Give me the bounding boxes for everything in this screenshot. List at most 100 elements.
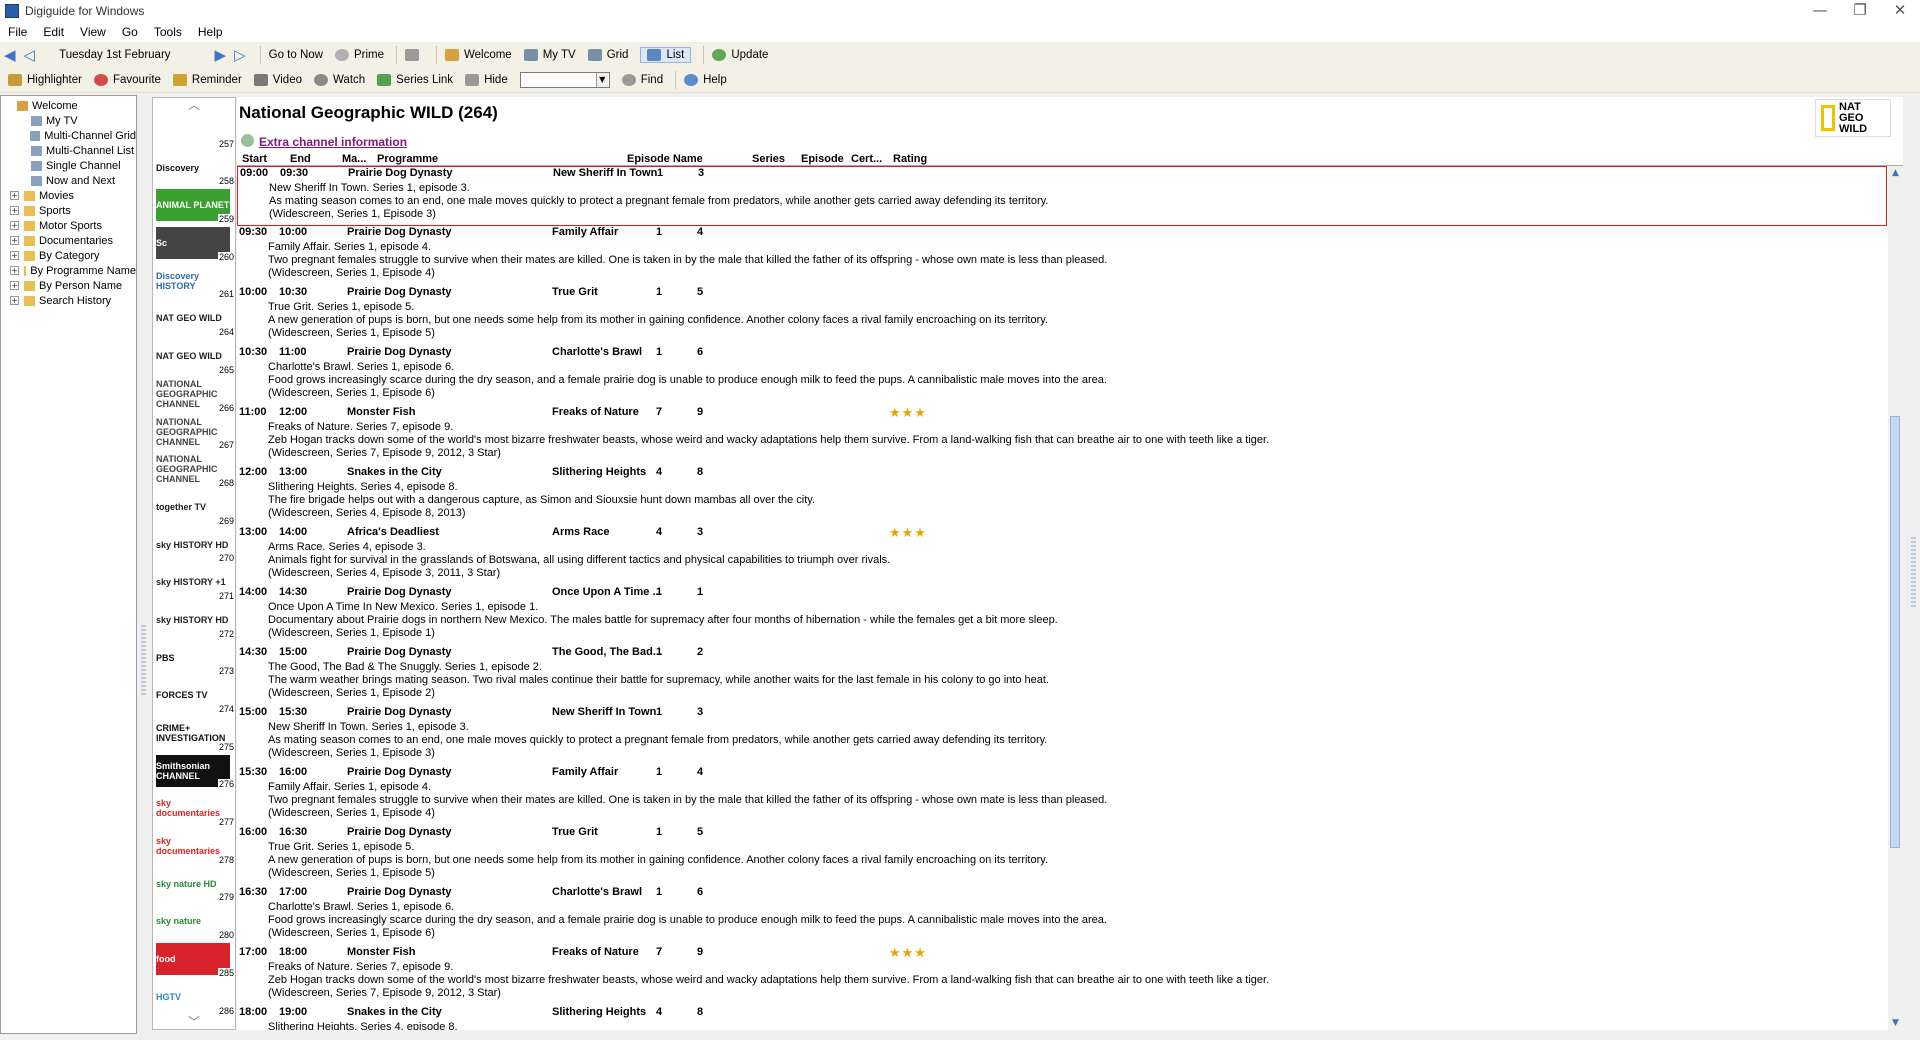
expander-icon[interactable]: + — [10, 236, 19, 245]
channel-logo-item[interactable]: PBS 273 — [153, 640, 235, 678]
channel-logo-item[interactable]: NATIONAL GEOGRAPHIC CHANNEL 267 — [153, 414, 235, 452]
list-button[interactable]: List — [640, 46, 692, 63]
programme-row[interactable]: 16:30 17:00 Prairie Dog Dynasty Charlotte's… — [237, 886, 1887, 946]
help-button[interactable]: Help — [684, 73, 727, 86]
expander-icon[interactable]: + — [10, 296, 19, 305]
menu-tools[interactable]: Tools — [146, 25, 190, 39]
channel-logo-item[interactable]: sky nature 280 — [153, 903, 235, 941]
find-button[interactable]: Find — [621, 73, 663, 86]
channel-logo-item[interactable]: NATIONAL GEOGRAPHIC CHANNEL 266 — [153, 376, 235, 414]
video-button[interactable]: Video — [253, 73, 302, 86]
right-splitter[interactable] — [1908, 97, 1920, 1030]
tree-item[interactable]: + Sports — [1, 203, 136, 218]
programme-row[interactable]: 09:00 09:30 Prairie Dog Dynasty New Sheriff… — [237, 166, 1887, 226]
programme-row[interactable]: 17:00 18:00 Monster Fish Freaks of Nature 7 9… — [237, 946, 1887, 1006]
channel-logo-item[interactable]: NAT GEO WILD 264 — [153, 300, 235, 338]
programme-row[interactable]: 16:00 16:30 Prairie Dog Dynasty True Grit 1 5… — [237, 826, 1887, 886]
expander-icon[interactable]: + — [10, 266, 19, 275]
channel-logo-item[interactable]: Discovery 258 — [153, 150, 235, 188]
programme-row[interactable]: 18:00 19:00 Snakes in the City Slithering H… — [237, 1006, 1887, 1030]
programme-row[interactable]: 13:00 14:00 Africa's Deadliest Arms Race 4 3 ★… — [237, 526, 1887, 586]
programme-row[interactable]: 10:30 11:00 Prairie Dog Dynasty Charlotte's… — [237, 346, 1887, 406]
tree-item[interactable]: Single Channel — [1, 158, 136, 173]
hide-button[interactable]: Hide — [465, 73, 508, 86]
programme-row[interactable]: 15:00 15:30 Prairie Dog Dynasty New Sheriff… — [237, 706, 1887, 766]
highlighter-button[interactable]: Highlighter — [8, 73, 82, 86]
programme-row[interactable]: 14:30 15:00 Prairie Dog Dynasty The Good, T… — [237, 646, 1887, 706]
expander-icon[interactable]: + — [10, 281, 19, 290]
back-icon[interactable]: ◀ — [4, 46, 16, 64]
update-button[interactable]: Update — [712, 48, 768, 61]
watch-button[interactable]: Watch — [314, 73, 365, 86]
col-rating[interactable]: Rating — [893, 153, 927, 165]
channel-logo-item[interactable]: sky HISTORY HD 270 — [153, 527, 235, 565]
tree-item[interactable]: Now and Next — [1, 173, 136, 188]
tree-item[interactable]: Multi-Channel Grid — [1, 128, 136, 143]
expander-icon[interactable]: + — [10, 191, 19, 200]
extra-channel-info-link[interactable]: Extra channel information — [259, 135, 407, 149]
tree-item[interactable]: + By Programme Name — [1, 263, 136, 278]
expander-icon[interactable]: + — [10, 221, 19, 230]
tree-item[interactable]: + Search History — [1, 293, 136, 308]
channel-logo-item[interactable]: 257 — [153, 112, 235, 150]
my-tv-button[interactable]: My TV — [523, 48, 576, 61]
print-button[interactable] — [404, 48, 424, 61]
menu-file[interactable]: File — [0, 25, 35, 39]
tree-item[interactable]: + By Category — [1, 248, 136, 263]
back-fast-icon[interactable]: ◁ — [24, 46, 36, 64]
programme-row[interactable]: 11:00 12:00 Monster Fish Freaks of Nature 7 9… — [237, 406, 1887, 466]
scroll-thumb[interactable] — [1890, 416, 1900, 848]
col-episode-name[interactable]: Episode Name — [627, 153, 703, 165]
series-link-button[interactable]: Series Link — [377, 73, 453, 86]
forward-fast-icon[interactable]: ▷ — [234, 46, 246, 64]
col-series[interactable]: Series — [752, 153, 785, 165]
menu-help[interactable]: Help — [190, 25, 231, 39]
channel-logo-item[interactable]: sky documentaries 278 — [153, 828, 235, 866]
expander-icon[interactable]: + — [10, 251, 19, 260]
prime-button[interactable]: Prime — [334, 48, 384, 61]
menu-go[interactable]: Go — [114, 25, 146, 39]
forward-icon[interactable]: ▶ — [215, 46, 227, 64]
programme-row[interactable]: 10:00 10:30 Prairie Dog Dynasty True Grit 1 5… — [237, 286, 1887, 346]
go-to-now-button[interactable]: Go to Now — [269, 49, 323, 61]
channel-logo-item[interactable]: Sc 260 — [153, 225, 235, 263]
logo-scroll-down-icon[interactable]: ﹀ — [153, 1015, 235, 1029]
minimize-button[interactable]: — — [1800, 0, 1840, 22]
tree-item[interactable]: + Movies — [1, 188, 136, 203]
channel-logo-item[interactable]: sky HISTORY +1 271 — [153, 564, 235, 602]
grid-button[interactable]: Grid — [587, 48, 628, 61]
reminder-button[interactable]: Reminder — [172, 73, 242, 86]
programme-row[interactable]: 14:00 14:30 Prairie Dog Dynasty Once Upon A… — [237, 586, 1887, 646]
channel-logo-item[interactable]: sky nature HD 279 — [153, 866, 235, 904]
scroll-down-icon[interactable]: ▼ — [1888, 1016, 1903, 1030]
channel-logo-item[interactable]: CRIME+ INVESTIGATION 275 — [153, 715, 235, 753]
channel-logo-item[interactable]: food 285 — [153, 941, 235, 979]
channel-logo-item[interactable]: Smithsonian CHANNEL 276 — [153, 753, 235, 791]
vertical-scrollbar[interactable]: ▲ ▼ — [1888, 166, 1903, 1030]
scroll-up-icon[interactable]: ▲ — [1888, 166, 1903, 180]
expander-icon[interactable]: + — [10, 206, 19, 215]
menu-view[interactable]: View — [72, 25, 114, 39]
favourite-button[interactable]: Favourite — [93, 73, 161, 86]
tree-item[interactable]: My TV — [1, 113, 136, 128]
channel-logo-item[interactable]: FORCES TV 274 — [153, 677, 235, 715]
programme-row[interactable]: 12:00 13:00 Snakes in the City Slithering H… — [237, 466, 1887, 526]
close-button[interactable]: ✕ — [1880, 0, 1920, 22]
channel-logo-item[interactable]: sky documentaries 277 — [153, 790, 235, 828]
logo-scroll-up-icon[interactable]: ︿ — [153, 98, 235, 112]
programme-row[interactable]: 09:30 10:00 Prairie Dog Dynasty Family Affa… — [237, 226, 1887, 286]
welcome-button[interactable]: Welcome — [444, 48, 512, 61]
search-combo[interactable] — [519, 71, 610, 88]
splitter-grip[interactable] — [141, 625, 146, 695]
tree-item[interactable]: Multi-Channel List — [1, 143, 136, 158]
tree-item[interactable]: + Documentaries — [1, 233, 136, 248]
channel-logo-item[interactable]: Discovery HISTORY 261 — [153, 263, 235, 301]
col-end[interactable]: End — [290, 153, 311, 165]
left-splitter[interactable] — [139, 95, 149, 1034]
col-episode[interactable]: Episode — [801, 153, 844, 165]
channel-logo-item[interactable]: NATIONAL GEOGRAPHIC CHANNEL 268 — [153, 451, 235, 489]
tree-item[interactable]: Welcome — [1, 98, 136, 113]
channel-logo-item[interactable]: NAT GEO WILD 265 — [153, 338, 235, 376]
col-ma[interactable]: Ma... — [342, 153, 366, 165]
tree-item[interactable]: + By Person Name — [1, 278, 136, 293]
